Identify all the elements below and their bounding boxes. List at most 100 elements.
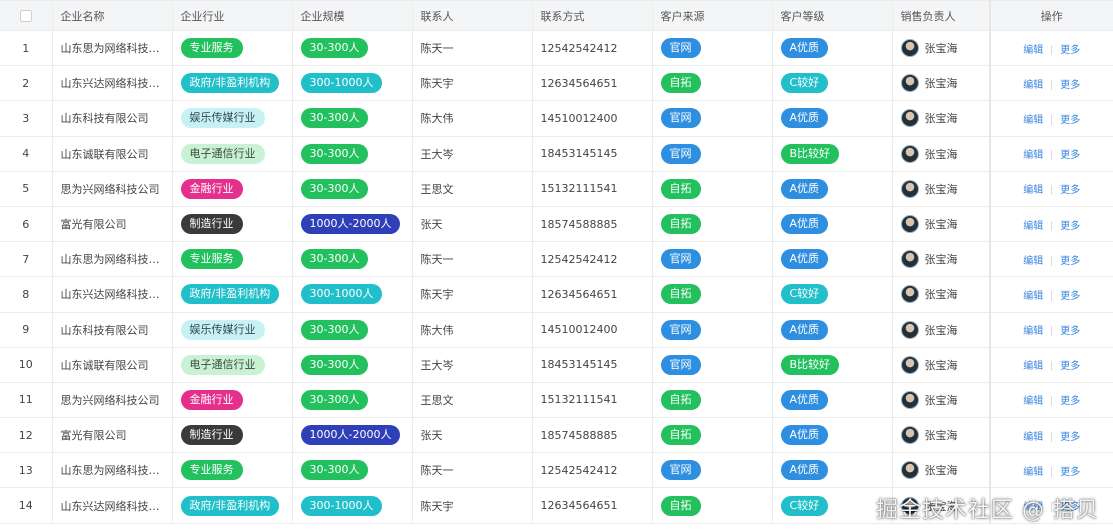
actions-cell: 编辑 更多 bbox=[989, 347, 1113, 383]
edit-link[interactable]: 编辑 bbox=[1023, 80, 1043, 91]
table-row[interactable]: 11 思为兴网络科技公司 金融行业 30-300人 王思文 15132111541 自拓 A优… bbox=[0, 382, 1113, 419]
source-tag: 官网 bbox=[660, 38, 701, 59]
industry-cell: 金融行业 bbox=[172, 171, 293, 207]
company-name-cell: 山东诚联有限公司 bbox=[52, 347, 173, 383]
avatar bbox=[900, 39, 919, 58]
more-link[interactable]: 更多 bbox=[1060, 115, 1080, 126]
more-link[interactable]: 更多 bbox=[1060, 45, 1080, 56]
table-row[interactable]: 5 思为兴网络科技公司 金融行业 30-300人 王思文 15132111541 自拓 A优质… bbox=[0, 171, 1113, 207]
header-contact[interactable]: 联系人 bbox=[412, 0, 533, 31]
owner-cell: 张宝海 bbox=[892, 171, 991, 207]
edit-link[interactable]: 编辑 bbox=[1023, 291, 1043, 302]
more-link[interactable]: 更多 bbox=[1060, 467, 1080, 478]
contact-cell: 王思文 bbox=[412, 171, 533, 207]
table-row[interactable]: 2 山东兴达网络科技有... 政府/非盈利机构 300-1000人 陈天宇 1263456… bbox=[0, 65, 1113, 102]
more-link[interactable]: 更多 bbox=[1060, 80, 1080, 91]
owner-name: 张宝海 bbox=[924, 429, 958, 443]
more-link[interactable]: 更多 bbox=[1060, 150, 1080, 161]
header-owner[interactable]: 销售负责人 bbox=[892, 0, 991, 31]
header-company-name[interactable]: 企业名称 bbox=[52, 0, 173, 31]
level-cell: B比较好 bbox=[772, 136, 893, 172]
owner-cell: 张宝海 bbox=[892, 452, 991, 489]
level-cell: C较好 bbox=[772, 487, 893, 524]
more-link[interactable]: 更多 bbox=[1060, 185, 1080, 196]
header-industry[interactable]: 企业行业 bbox=[172, 0, 293, 31]
industry-cell: 制造行业 bbox=[172, 206, 293, 243]
source-tag: 自拓 bbox=[660, 389, 701, 410]
table-row[interactable]: 6 富光有限公司 制造行业 1000人-2000人 张天 18574588885 自拓 A优质… bbox=[0, 206, 1113, 243]
table-row[interactable]: 3 山东科技有限公司 娱乐传媒行业 30-300人 陈大伟 14510012400 官网 A优… bbox=[0, 100, 1113, 137]
more-link[interactable]: 更多 bbox=[1060, 396, 1080, 407]
scale-tag: 30-300人 bbox=[300, 319, 369, 340]
scale-tag: 1000人-2000人 bbox=[300, 425, 401, 446]
action-divider bbox=[1051, 255, 1053, 266]
owner-cell: 张宝海 bbox=[892, 347, 991, 383]
more-link[interactable]: 更多 bbox=[1060, 221, 1080, 232]
level-tag: A优质 bbox=[780, 214, 829, 235]
scale-cell: 30-300人 bbox=[292, 382, 413, 419]
phone-cell: 12542542412 bbox=[532, 452, 653, 489]
table-header-row: 企业名称 企业行业 企业规模 联系人 联系方式 客户来源 客户等级 销售负责人 … bbox=[0, 0, 1113, 31]
edit-link[interactable]: 编辑 bbox=[1023, 256, 1043, 267]
level-tag: C较好 bbox=[780, 73, 829, 94]
edit-link[interactable]: 编辑 bbox=[1023, 467, 1043, 478]
more-link[interactable]: 更多 bbox=[1060, 326, 1080, 337]
select-all-checkbox[interactable] bbox=[19, 10, 32, 22]
scale-cell: 300-1000人 bbox=[292, 65, 413, 102]
select-all-header[interactable] bbox=[0, 0, 53, 31]
row-index: 7 bbox=[0, 241, 53, 278]
more-link[interactable]: 更多 bbox=[1060, 291, 1080, 302]
owner: 张宝海 bbox=[900, 461, 982, 480]
action-divider bbox=[1051, 431, 1053, 442]
source-tag: 官网 bbox=[660, 143, 701, 164]
table-row[interactable]: 4 山东诚联有限公司 电子通信行业 30-300人 王大岑 18453145145 官网 B比… bbox=[0, 136, 1113, 172]
edit-link[interactable]: 编辑 bbox=[1023, 115, 1043, 126]
industry-tag: 政府/非盈利机构 bbox=[180, 495, 280, 516]
edit-link[interactable]: 编辑 bbox=[1023, 45, 1043, 56]
level-cell: A优质 bbox=[772, 382, 893, 419]
avatar bbox=[900, 461, 919, 480]
edit-link[interactable]: 编辑 bbox=[1023, 396, 1043, 407]
more-link[interactable]: 更多 bbox=[1060, 361, 1080, 372]
owner-cell: 张宝海 bbox=[892, 206, 991, 243]
more-link[interactable]: 更多 bbox=[1060, 432, 1080, 443]
source-cell: 自拓 bbox=[652, 276, 773, 313]
edit-link[interactable]: 编辑 bbox=[1023, 185, 1043, 196]
table-row[interactable]: 7 山东思为网络科技有... 专业服务 30-300人 陈天一 12542542412 官网… bbox=[0, 241, 1113, 278]
table-row[interactable]: 9 山东科技有限公司 娱乐传媒行业 30-300人 陈大伟 14510012400 官网 A优… bbox=[0, 312, 1113, 348]
header-source[interactable]: 客户来源 bbox=[652, 0, 773, 31]
phone-cell: 18453145145 bbox=[532, 347, 653, 383]
owner-cell: 张宝海 bbox=[892, 65, 991, 102]
level-cell: A优质 bbox=[772, 417, 893, 454]
table-row[interactable]: 13 山东思为网络科技有... 专业服务 30-300人 陈天一 12542542412 官… bbox=[0, 452, 1113, 489]
edit-link[interactable]: 编辑 bbox=[1023, 432, 1043, 443]
edit-link[interactable]: 编辑 bbox=[1023, 221, 1043, 232]
row-index: 3 bbox=[0, 100, 53, 137]
contact-cell: 陈大伟 bbox=[412, 100, 533, 137]
source-cell: 自拓 bbox=[652, 417, 773, 454]
row-index: 11 bbox=[0, 382, 53, 419]
header-level[interactable]: 客户等级 bbox=[772, 0, 893, 31]
source-cell: 自拓 bbox=[652, 171, 773, 207]
phone-cell: 14510012400 bbox=[532, 312, 653, 348]
industry-tag: 专业服务 bbox=[180, 38, 243, 59]
table-row[interactable]: 8 山东兴达网络科技有... 政府/非盈利机构 300-1000人 陈天宇 1263456… bbox=[0, 276, 1113, 313]
source-cell: 官网 bbox=[652, 347, 773, 383]
edit-link[interactable]: 编辑 bbox=[1023, 326, 1043, 337]
action-divider bbox=[1051, 114, 1053, 125]
more-link[interactable]: 更多 bbox=[1060, 256, 1080, 267]
scale-cell: 30-300人 bbox=[292, 30, 413, 67]
industry-tag: 政府/非盈利机构 bbox=[180, 73, 280, 94]
header-scale[interactable]: 企业规模 bbox=[292, 0, 413, 31]
company-name-cell: 山东思为网络科技有... bbox=[52, 452, 173, 489]
owner-name: 张宝海 bbox=[924, 182, 958, 196]
edit-link[interactable]: 编辑 bbox=[1023, 361, 1043, 372]
edit-link[interactable]: 编辑 bbox=[1023, 150, 1043, 161]
level-tag: B比较好 bbox=[780, 143, 840, 164]
table-row[interactable]: 1 山东思为网络科技有... 专业服务 30-300人 陈天一 12542542412 官网… bbox=[0, 30, 1113, 67]
industry-tag: 娱乐传媒行业 bbox=[180, 108, 265, 129]
table-row[interactable]: 10 山东诚联有限公司 电子通信行业 30-300人 王大岑 18453145145 官网 B… bbox=[0, 347, 1113, 383]
header-phone[interactable]: 联系方式 bbox=[532, 0, 653, 31]
scale-cell: 300-1000人 bbox=[292, 487, 413, 524]
table-row[interactable]: 12 富光有限公司 制造行业 1000人-2000人 张天 18574588885 自拓 A优… bbox=[0, 417, 1113, 454]
